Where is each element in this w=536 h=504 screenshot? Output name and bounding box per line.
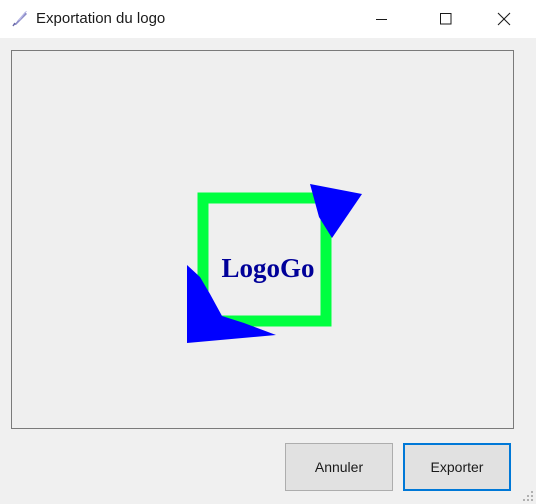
export-logo-window: Exportation du logo LogoGo Annuler Expor…: [0, 0, 536, 504]
minimize-button[interactable]: [356, 0, 408, 38]
resize-grip-icon[interactable]: [522, 490, 534, 502]
window-title: Exportation du logo: [36, 10, 166, 27]
logo-preview-panel: LogoGo: [11, 50, 514, 429]
cancel-button[interactable]: Annuler: [285, 443, 393, 491]
feather-icon: [12, 11, 27, 27]
logo-triangle-top-right: [310, 184, 362, 238]
logo-text: LogoGo: [221, 253, 314, 283]
logo-preview: LogoGo: [187, 184, 362, 343]
export-button[interactable]: Exporter: [403, 443, 511, 491]
minimize-icon: [376, 19, 387, 20]
maximize-icon: [440, 13, 452, 25]
close-icon: [497, 12, 511, 26]
close-button[interactable]: [478, 0, 530, 38]
title-bar[interactable]: Exportation du logo: [0, 0, 536, 38]
maximize-button[interactable]: [420, 0, 472, 38]
